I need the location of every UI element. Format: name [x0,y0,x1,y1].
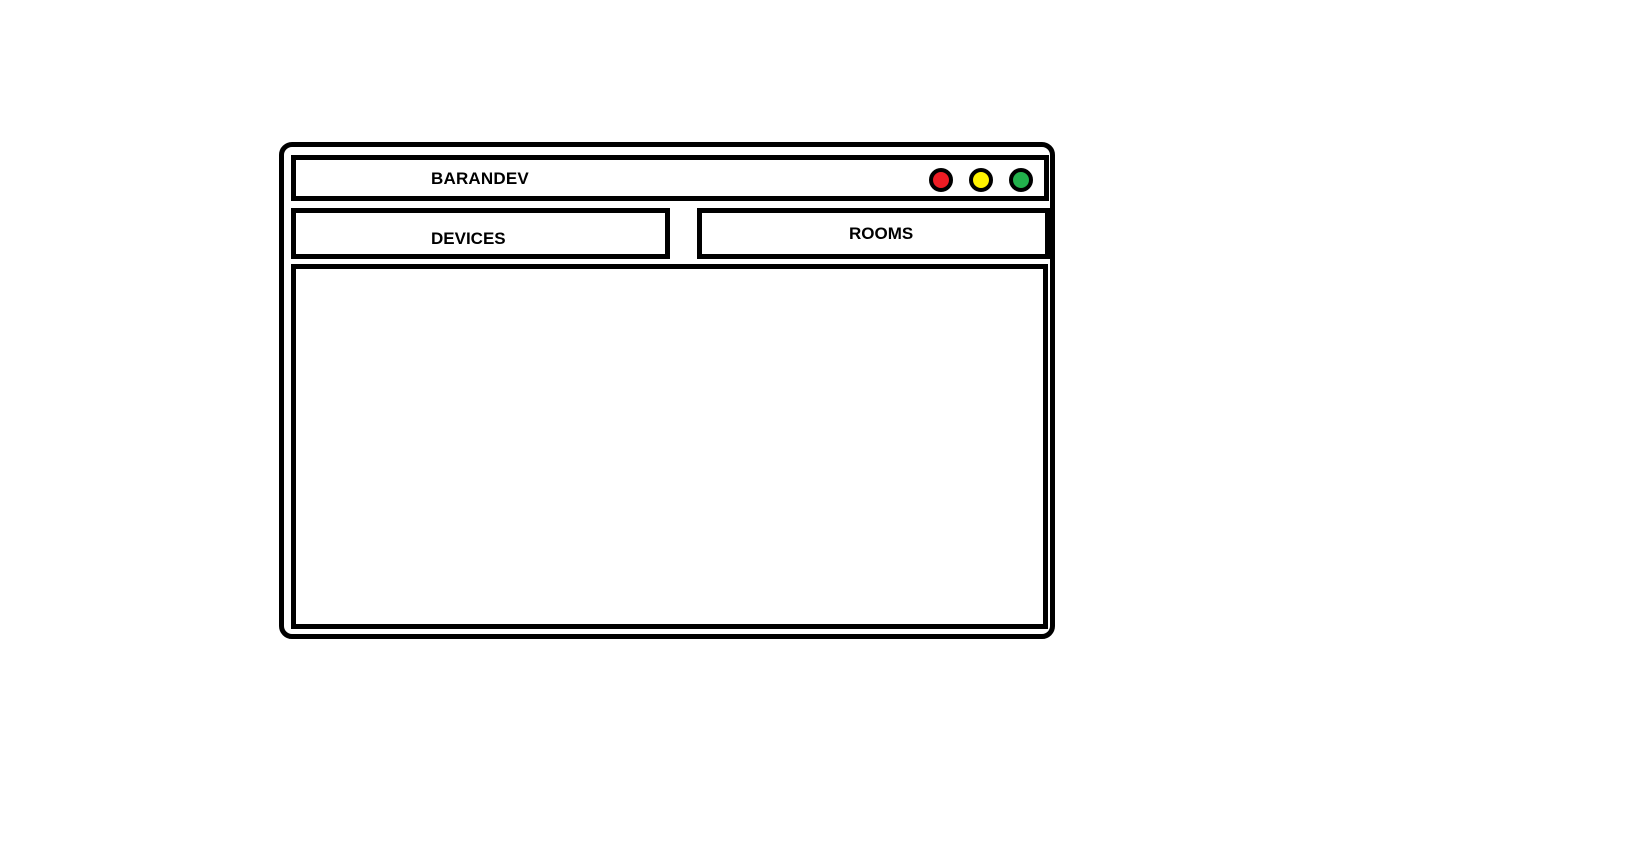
maximize-window-button[interactable] [1009,168,1033,192]
content-panel [291,264,1048,629]
tab-rooms-label: ROOMS [849,224,914,243]
title-bar[interactable]: BARANDEV [291,155,1049,201]
tab-devices[interactable]: DEVICES [291,208,670,259]
tab-rooms[interactable]: ROOMS [697,208,1050,259]
minimize-window-button[interactable] [969,168,993,192]
tab-devices-label: DEVICES [431,229,506,248]
close-window-button[interactable] [929,168,953,192]
app-title: BARANDEV [431,169,529,188]
